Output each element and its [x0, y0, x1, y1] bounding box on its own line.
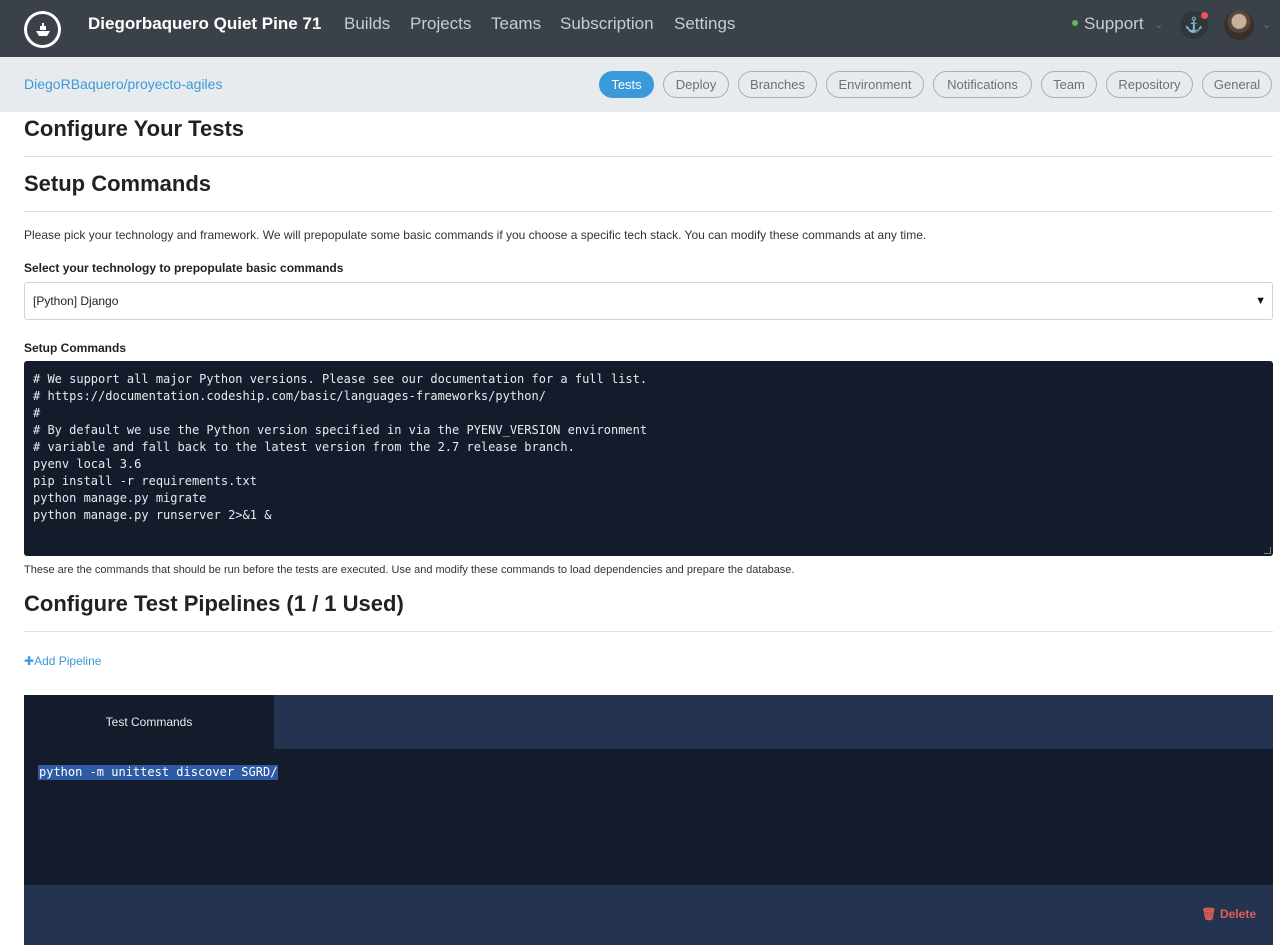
nav-subscription[interactable]: Subscription: [560, 14, 654, 34]
code-line: #: [33, 406, 41, 420]
organization-name[interactable]: Diegorbaquero Quiet Pine 71: [88, 14, 321, 34]
setup-help-text: These are the commands that should be ru…: [24, 564, 795, 576]
divider: [24, 631, 1273, 632]
tab-repository[interactable]: Repository: [1106, 71, 1193, 98]
setup-commands-heading: Setup Commands: [24, 171, 212, 196]
support-menu[interactable]: Support: [1072, 14, 1144, 34]
test-commands-editor[interactable]: python -m unittest discover SGRD/: [38, 765, 279, 780]
technology-select-label: Select your technology to prepopulate ba…: [24, 261, 344, 275]
tab-notifications[interactable]: Notifications: [933, 71, 1032, 98]
setup-commands-label: Setup Commands: [24, 341, 127, 355]
technology-select-value: [Python] Django: [33, 294, 119, 308]
repository-link[interactable]: DiegoRBaquero/proyecto-agiles: [24, 76, 222, 92]
tab-team[interactable]: Team: [1041, 71, 1097, 98]
tab-tests[interactable]: Tests: [599, 71, 654, 98]
code-line: # variable and fall back to the latest v…: [33, 440, 575, 454]
project-subbar: DiegoRBaquero/proyecto-agiles Tests Depl…: [0, 57, 1280, 112]
top-navbar: Diegorbaquero Quiet Pine 71 ⌄ Builds Pro…: [0, 0, 1280, 57]
code-line: python manage.py migrate: [33, 491, 207, 505]
delete-label: Delete: [1219, 907, 1256, 921]
chevron-down-icon[interactable]: ⌄: [311, 18, 320, 31]
code-line: pip install -r requirements.txt: [33, 474, 257, 488]
setup-commands-editor[interactable]: # We support all major Python versions. …: [24, 361, 1273, 556]
caret-down-icon: ▼: [1255, 295, 1266, 307]
pipelines-heading: Configure Test Pipelines (1 / 1 Used): [24, 591, 404, 616]
tab-branches[interactable]: Branches: [738, 71, 817, 98]
tab-environment[interactable]: Environment: [826, 71, 924, 98]
resize-handle-icon[interactable]: [1264, 547, 1271, 554]
nav-settings[interactable]: Settings: [674, 14, 735, 34]
code-line: # https://documentation.codeship.com/bas…: [33, 389, 546, 403]
tab-deploy[interactable]: Deploy: [663, 71, 729, 98]
notification-badge: [1201, 12, 1208, 19]
code-line: # We support all major Python versions. …: [33, 372, 648, 386]
chevron-down-icon[interactable]: ⌄: [1262, 18, 1271, 31]
setup-intro-text: Please pick your technology and framewor…: [24, 228, 927, 242]
pipeline-tab-bar: Test Commands: [24, 695, 1273, 749]
delete-pipeline-button[interactable]: 🗑 Delete: [1201, 907, 1256, 921]
codeship-logo-icon[interactable]: [24, 11, 61, 48]
avatar[interactable]: [1224, 10, 1254, 40]
plus-icon: ✚: [24, 654, 35, 668]
add-pipeline-label: Add Pipeline: [34, 654, 102, 668]
divider: [24, 211, 1273, 212]
nav-teams[interactable]: Teams: [491, 14, 541, 34]
add-pipeline-link[interactable]: ✚Add Pipeline: [24, 654, 101, 668]
chevron-down-icon[interactable]: ⌄: [1154, 18, 1163, 31]
test-pipeline-panel: Test Commands python -m unittest discove…: [24, 695, 1273, 945]
code-line: python manage.py runserver 2>&1 &: [33, 508, 272, 522]
technology-select[interactable]: [Python] Django ▼: [24, 282, 1273, 320]
pipeline-footer: 🗑 Delete: [24, 885, 1273, 945]
code-line: pyenv local 3.6: [33, 457, 142, 471]
status-dot-icon: [1072, 20, 1078, 26]
tab-general[interactable]: General: [1202, 71, 1272, 98]
trash-icon: 🗑: [1201, 907, 1217, 921]
code-line: # By default we use the Python version s…: [33, 423, 648, 437]
nav-builds[interactable]: Builds: [344, 14, 390, 34]
divider: [24, 156, 1273, 157]
support-label: Support: [1084, 14, 1144, 33]
nav-projects[interactable]: Projects: [410, 14, 471, 34]
page-title: Configure Your Tests: [24, 116, 245, 141]
tab-test-commands[interactable]: Test Commands: [24, 695, 274, 749]
